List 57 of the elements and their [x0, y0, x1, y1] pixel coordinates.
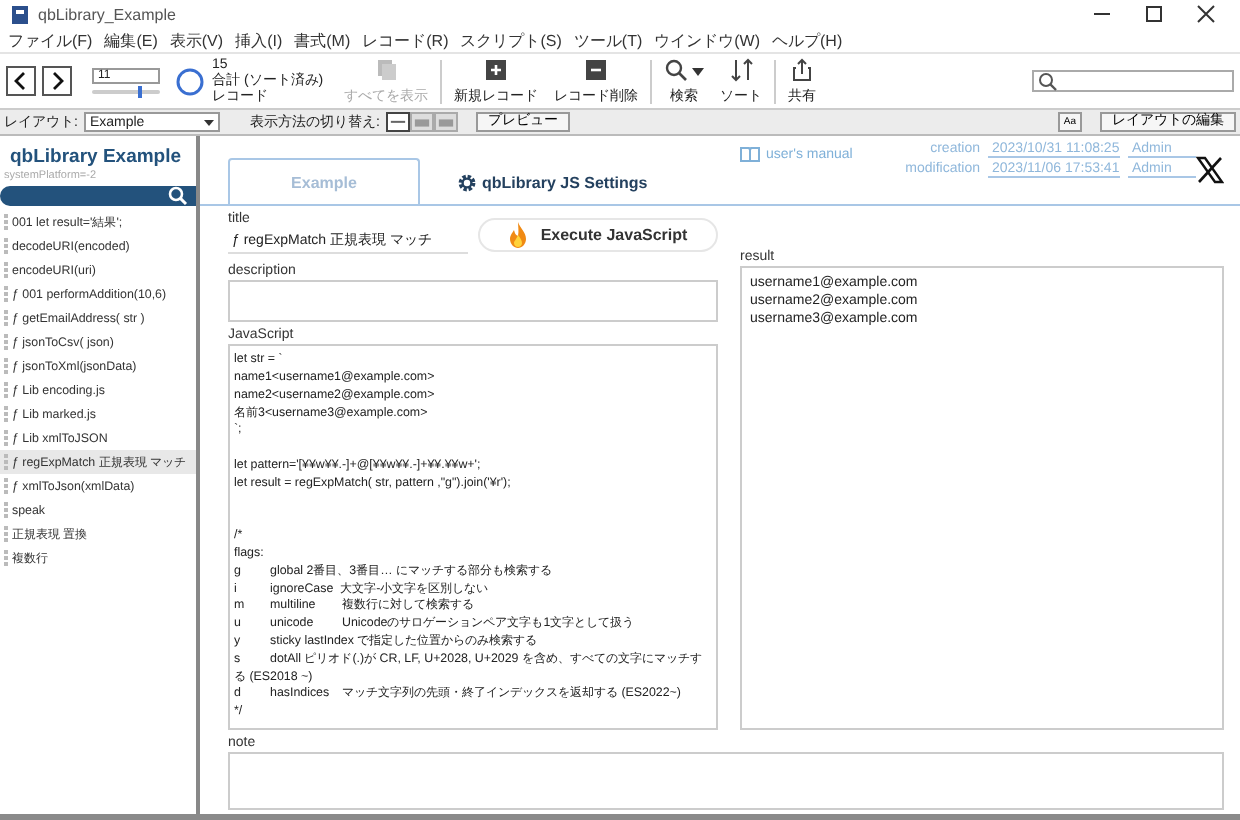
drag-handle-icon [4, 238, 8, 254]
drag-handle-icon [4, 478, 8, 494]
drag-handle-icon [4, 382, 8, 398]
tab[interactable]: qbLibrary JS Settings [436, 158, 670, 204]
app-icon [12, 5, 28, 23]
menu-item[interactable]: ファイル(F) [8, 29, 93, 51]
drag-handle-icon [4, 502, 8, 518]
drag-handle-icon [4, 358, 8, 374]
drag-handle-icon [4, 550, 8, 566]
search-field[interactable] [1032, 70, 1234, 92]
drag-handle-icon [4, 454, 8, 470]
view-mode-button[interactable] [409, 112, 434, 132]
drag-handle-icon [4, 526, 8, 542]
search-icon [1038, 71, 1060, 91]
plus-icon [484, 57, 508, 81]
maximize-icon[interactable] [1144, 4, 1164, 24]
form-view-icon [387, 115, 408, 129]
drag-handle-icon [4, 286, 8, 302]
menu-item[interactable]: ヘルプ(H) [772, 29, 843, 51]
sort-icon [729, 57, 753, 81]
minus-icon [584, 57, 608, 81]
drag-handle-icon [4, 406, 8, 422]
view-mode-button[interactable] [385, 112, 410, 132]
gear-icon [458, 173, 476, 191]
pages-icon [374, 57, 398, 81]
description-field[interactable] [228, 279, 718, 323]
menu-item[interactable]: 表示(V) [169, 29, 224, 51]
caret-icon [692, 67, 704, 75]
menu-item[interactable]: ツール(T) [573, 29, 643, 51]
app-title: qbLibrary Example [10, 146, 182, 170]
search-icon [168, 186, 188, 206]
drag-handle-icon [4, 334, 8, 350]
search-icon [664, 57, 688, 81]
drag-handle-icon [4, 214, 8, 230]
menu-item[interactable]: 編集(E) [104, 29, 158, 51]
drag-handle-icon [4, 262, 8, 278]
execute-button[interactable]: Execute JavaScript [478, 217, 718, 252]
flame-icon [508, 221, 529, 248]
menu-item[interactable]: ウインドウ(W) [654, 29, 761, 51]
book-icon [740, 146, 760, 162]
note-field[interactable] [228, 752, 1224, 810]
menu-item[interactable]: レコード(R) [362, 29, 449, 51]
list-view-icon [411, 115, 432, 129]
menu-item[interactable]: 挿入(I) [235, 29, 283, 51]
previous-button[interactable] [6, 66, 36, 96]
caret-icon [203, 119, 214, 125]
menu-item[interactable]: スクリプト(S) [460, 29, 562, 51]
next-button[interactable] [42, 66, 72, 96]
close-icon[interactable] [1196, 4, 1216, 24]
menu-item[interactable]: 書式(M) [294, 29, 351, 51]
drag-handle-icon [4, 430, 8, 446]
search-bar[interactable] [0, 186, 196, 206]
table-view-icon [435, 115, 456, 129]
x-logo-icon[interactable] [1196, 156, 1224, 184]
window-title: qbLibrary_Example [38, 5, 178, 23]
drag-handle-icon [4, 310, 8, 326]
share-icon [790, 57, 814, 81]
